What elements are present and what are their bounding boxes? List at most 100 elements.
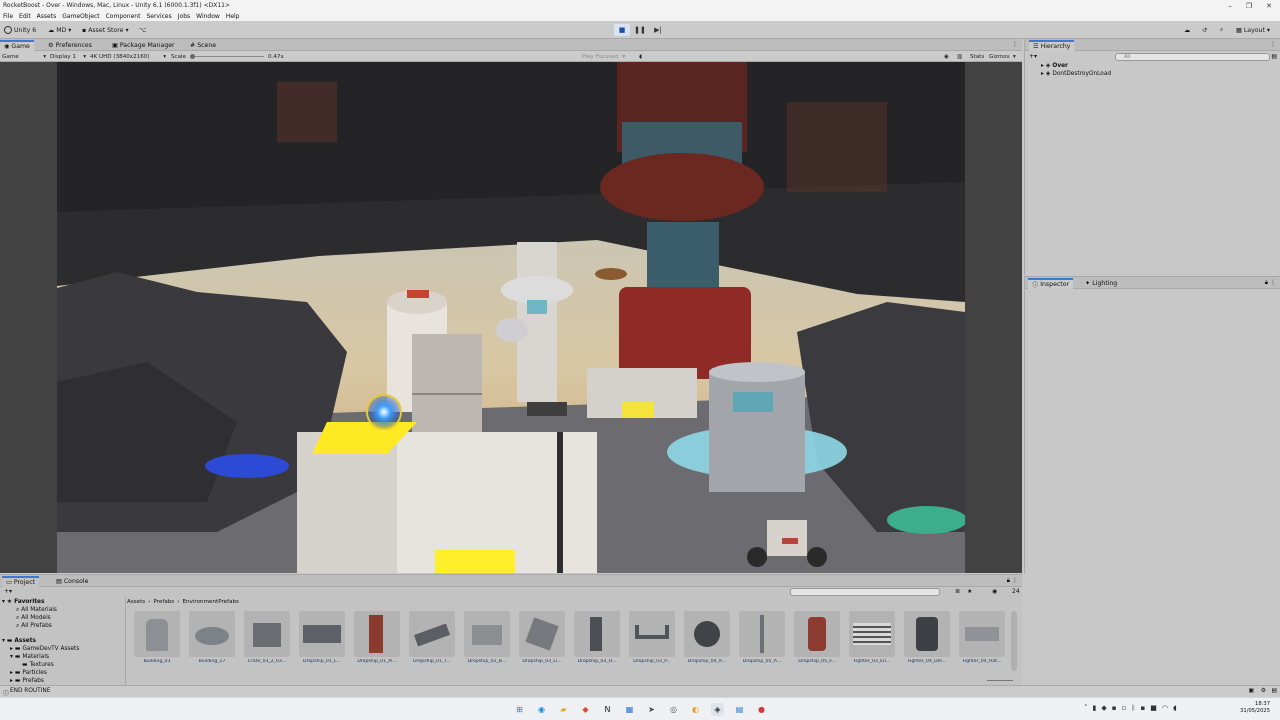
menu-window[interactable]: Window	[196, 13, 220, 20]
calendar-icon[interactable]: ▦	[623, 703, 636, 716]
minimize-icon[interactable]: –	[1228, 2, 1232, 10]
tray-app-icon[interactable]: ■	[1150, 704, 1157, 712]
mute-audio-button[interactable]: ◖	[639, 52, 642, 61]
visual-studio-icon[interactable]: ▤	[733, 703, 746, 716]
menu-edit[interactable]: Edit	[19, 13, 31, 20]
status-message[interactable]: END ROUTINE	[10, 688, 50, 694]
favorite-item[interactable]: ⌕ All Models	[16, 614, 51, 622]
menu-assets[interactable]: Assets	[37, 13, 57, 20]
tab-console[interactable]: ▤ Console	[52, 576, 92, 587]
visibility-icon[interactable]: ◉	[992, 588, 997, 595]
display-dropdown[interactable]: Display 1 ▾	[50, 52, 86, 61]
close-icon[interactable]: ✕	[1266, 2, 1272, 10]
tab-hierarchy[interactable]: ☰ Hierarchy	[1029, 40, 1075, 51]
tab-lighting[interactable]: ✦ Lighting	[1081, 278, 1121, 289]
favorite-item[interactable]: ⌕ All Materials	[16, 606, 57, 614]
scale-slider[interactable]	[190, 52, 264, 61]
asset-item[interactable]: Dropship_03_P...	[628, 611, 676, 664]
breadcrumb-item[interactable]: Prefabs	[153, 599, 174, 605]
tab-game[interactable]: ◉ Game	[0, 40, 34, 51]
play-focused-dropdown[interactable]: Play Focused ▾	[582, 52, 625, 61]
tab-menu-icon[interactable]: ⋮	[1270, 41, 1276, 48]
filter-icon[interactable]: ≣	[955, 588, 960, 595]
asset-item[interactable]: Dropship_02_B...	[463, 611, 511, 664]
thumbnail-size-slider[interactable]	[987, 680, 1013, 681]
clock[interactable]: 18:37 31/05/2025	[1240, 701, 1270, 715]
favorite-icon[interactable]: ★	[967, 588, 972, 595]
menu-help[interactable]: Help	[226, 13, 240, 20]
unity-hub-icon[interactable]: ◈	[711, 703, 724, 716]
cloud-button[interactable]: ☁	[1184, 25, 1190, 35]
hierarchy-search-input[interactable]: All	[1115, 53, 1270, 61]
assets-header[interactable]: ▾ ▬ Assets	[2, 637, 36, 645]
asset-item[interactable]: Dropship_01_T...	[408, 611, 456, 664]
asset-item[interactable]: Dropship_03_Li...	[518, 611, 566, 664]
pause-button[interactable]: ❚❚	[632, 24, 648, 36]
bluetooth-icon[interactable]: ᛒ	[1131, 704, 1135, 712]
chevron-up-icon[interactable]: ˄	[1084, 704, 1088, 712]
paper-plane-icon[interactable]: ➤	[645, 703, 658, 716]
obs-icon[interactable]: ◎	[667, 703, 680, 716]
asset-item[interactable]: Crate_03_2_03...	[243, 611, 291, 664]
asset-item[interactable]: Dropship_01_Pi...	[353, 611, 401, 664]
chevron-down-icon[interactable]: ▾	[1013, 52, 1016, 61]
asset-item[interactable]: Fighter_04_Hat...	[958, 611, 1006, 664]
lock-icon[interactable]: 🔒︎	[1007, 577, 1010, 585]
tray-app-icon[interactable]: ◆	[1101, 704, 1106, 712]
asset-item[interactable]: Fighter_04_Del...	[903, 611, 951, 664]
tab-preferences[interactable]: ⚙ Preferences	[44, 40, 96, 51]
asset-store-dropdown[interactable]: ▪ Asset Store ▾	[82, 25, 129, 35]
asset-scrollbar[interactable]	[1011, 611, 1017, 671]
tab-inspector[interactable]: ⓘ Inspector	[1028, 278, 1074, 289]
favorites-header[interactable]: ▾ ★ Favorites	[2, 598, 44, 606]
asset-item[interactable]: Dropship_05_F...	[793, 611, 841, 664]
menu-gameobject[interactable]: GameObject	[62, 13, 99, 20]
account-dropdown[interactable]: ☁ MD ▾	[48, 25, 71, 35]
folder-item[interactable]: ▸ ▬ Prefabs	[10, 677, 44, 685]
folder-item[interactable]: ▾ ▬ Materials	[10, 653, 49, 661]
notion-icon[interactable]: N	[601, 703, 614, 716]
version-control-button[interactable]: ⌥	[139, 25, 146, 35]
tab-menu-icon[interactable]: ⋮	[1012, 41, 1018, 48]
wifi-icon[interactable]: ◠	[1162, 704, 1168, 712]
game-render-image[interactable]	[57, 62, 965, 573]
create-asset-button[interactable]: +▾	[4, 588, 12, 595]
asset-item[interactable]: Dropship_01_L...	[298, 611, 346, 664]
lock-icon[interactable]: 🔒︎	[1265, 279, 1268, 287]
asset-item[interactable]: Building_03	[133, 611, 181, 664]
breadcrumb-item[interactable]: EnvironmentPrefabs	[182, 599, 238, 605]
asset-item[interactable]: Dropship_03_H...	[573, 611, 621, 664]
breadcrumb-item[interactable]: Assets	[127, 599, 145, 605]
hierarchy-item-over[interactable]: ▸ ◈ Over	[1041, 62, 1068, 70]
search-button[interactable]: ⌕	[1220, 25, 1223, 35]
tray-app-icon[interactable]: ▪	[1112, 704, 1117, 712]
brave-icon[interactable]: ◆	[579, 703, 592, 716]
recorder-icon[interactable]: ●	[755, 703, 768, 716]
unity-account-button[interactable]: Unity 6	[4, 25, 36, 35]
layout-dropdown[interactable]: ▦ Layout ▾	[1236, 25, 1270, 35]
step-button[interactable]: ▶|	[650, 24, 666, 36]
favorite-item[interactable]: ⌕ All Prefabs	[16, 622, 52, 630]
scale-slider-handle[interactable]	[190, 54, 195, 59]
aspect-button[interactable]: ◉	[944, 52, 949, 61]
menu-component[interactable]: Component	[106, 13, 141, 20]
folder-item[interactable]: ▸ ▬ GameDevTV Assets	[10, 645, 79, 653]
asset-item[interactable]: Building_17	[188, 611, 236, 664]
add-object-button[interactable]: +▾	[1029, 53, 1037, 60]
tray-app-icon[interactable]: ▪	[1140, 704, 1145, 712]
windows-start-icon[interactable]: ⊞	[513, 703, 526, 716]
grid-button[interactable]: ▥	[957, 52, 962, 61]
tab-package-manager[interactable]: ▣ Package Manager	[108, 40, 179, 51]
game-viewport[interactable]	[0, 62, 1022, 573]
menu-services[interactable]: Services	[146, 13, 171, 20]
asset-item[interactable]: Fighter_03_En...	[848, 611, 896, 664]
blender-icon[interactable]: ◐	[689, 703, 702, 716]
project-search-input[interactable]	[790, 588, 940, 596]
stats-button[interactable]: Stats	[970, 52, 984, 61]
gizmos-button[interactable]: Gizmos	[989, 52, 1010, 61]
resolution-dropdown[interactable]: 4K UHD (3840x2160) ▾	[90, 52, 166, 61]
game-mode-dropdown[interactable]: Game ▾	[2, 52, 46, 61]
asset-item[interactable]: Dropship_05_A...	[738, 611, 786, 664]
restore-icon[interactable]: ❐	[1246, 2, 1252, 10]
file-explorer-icon[interactable]: ▰	[557, 703, 570, 716]
